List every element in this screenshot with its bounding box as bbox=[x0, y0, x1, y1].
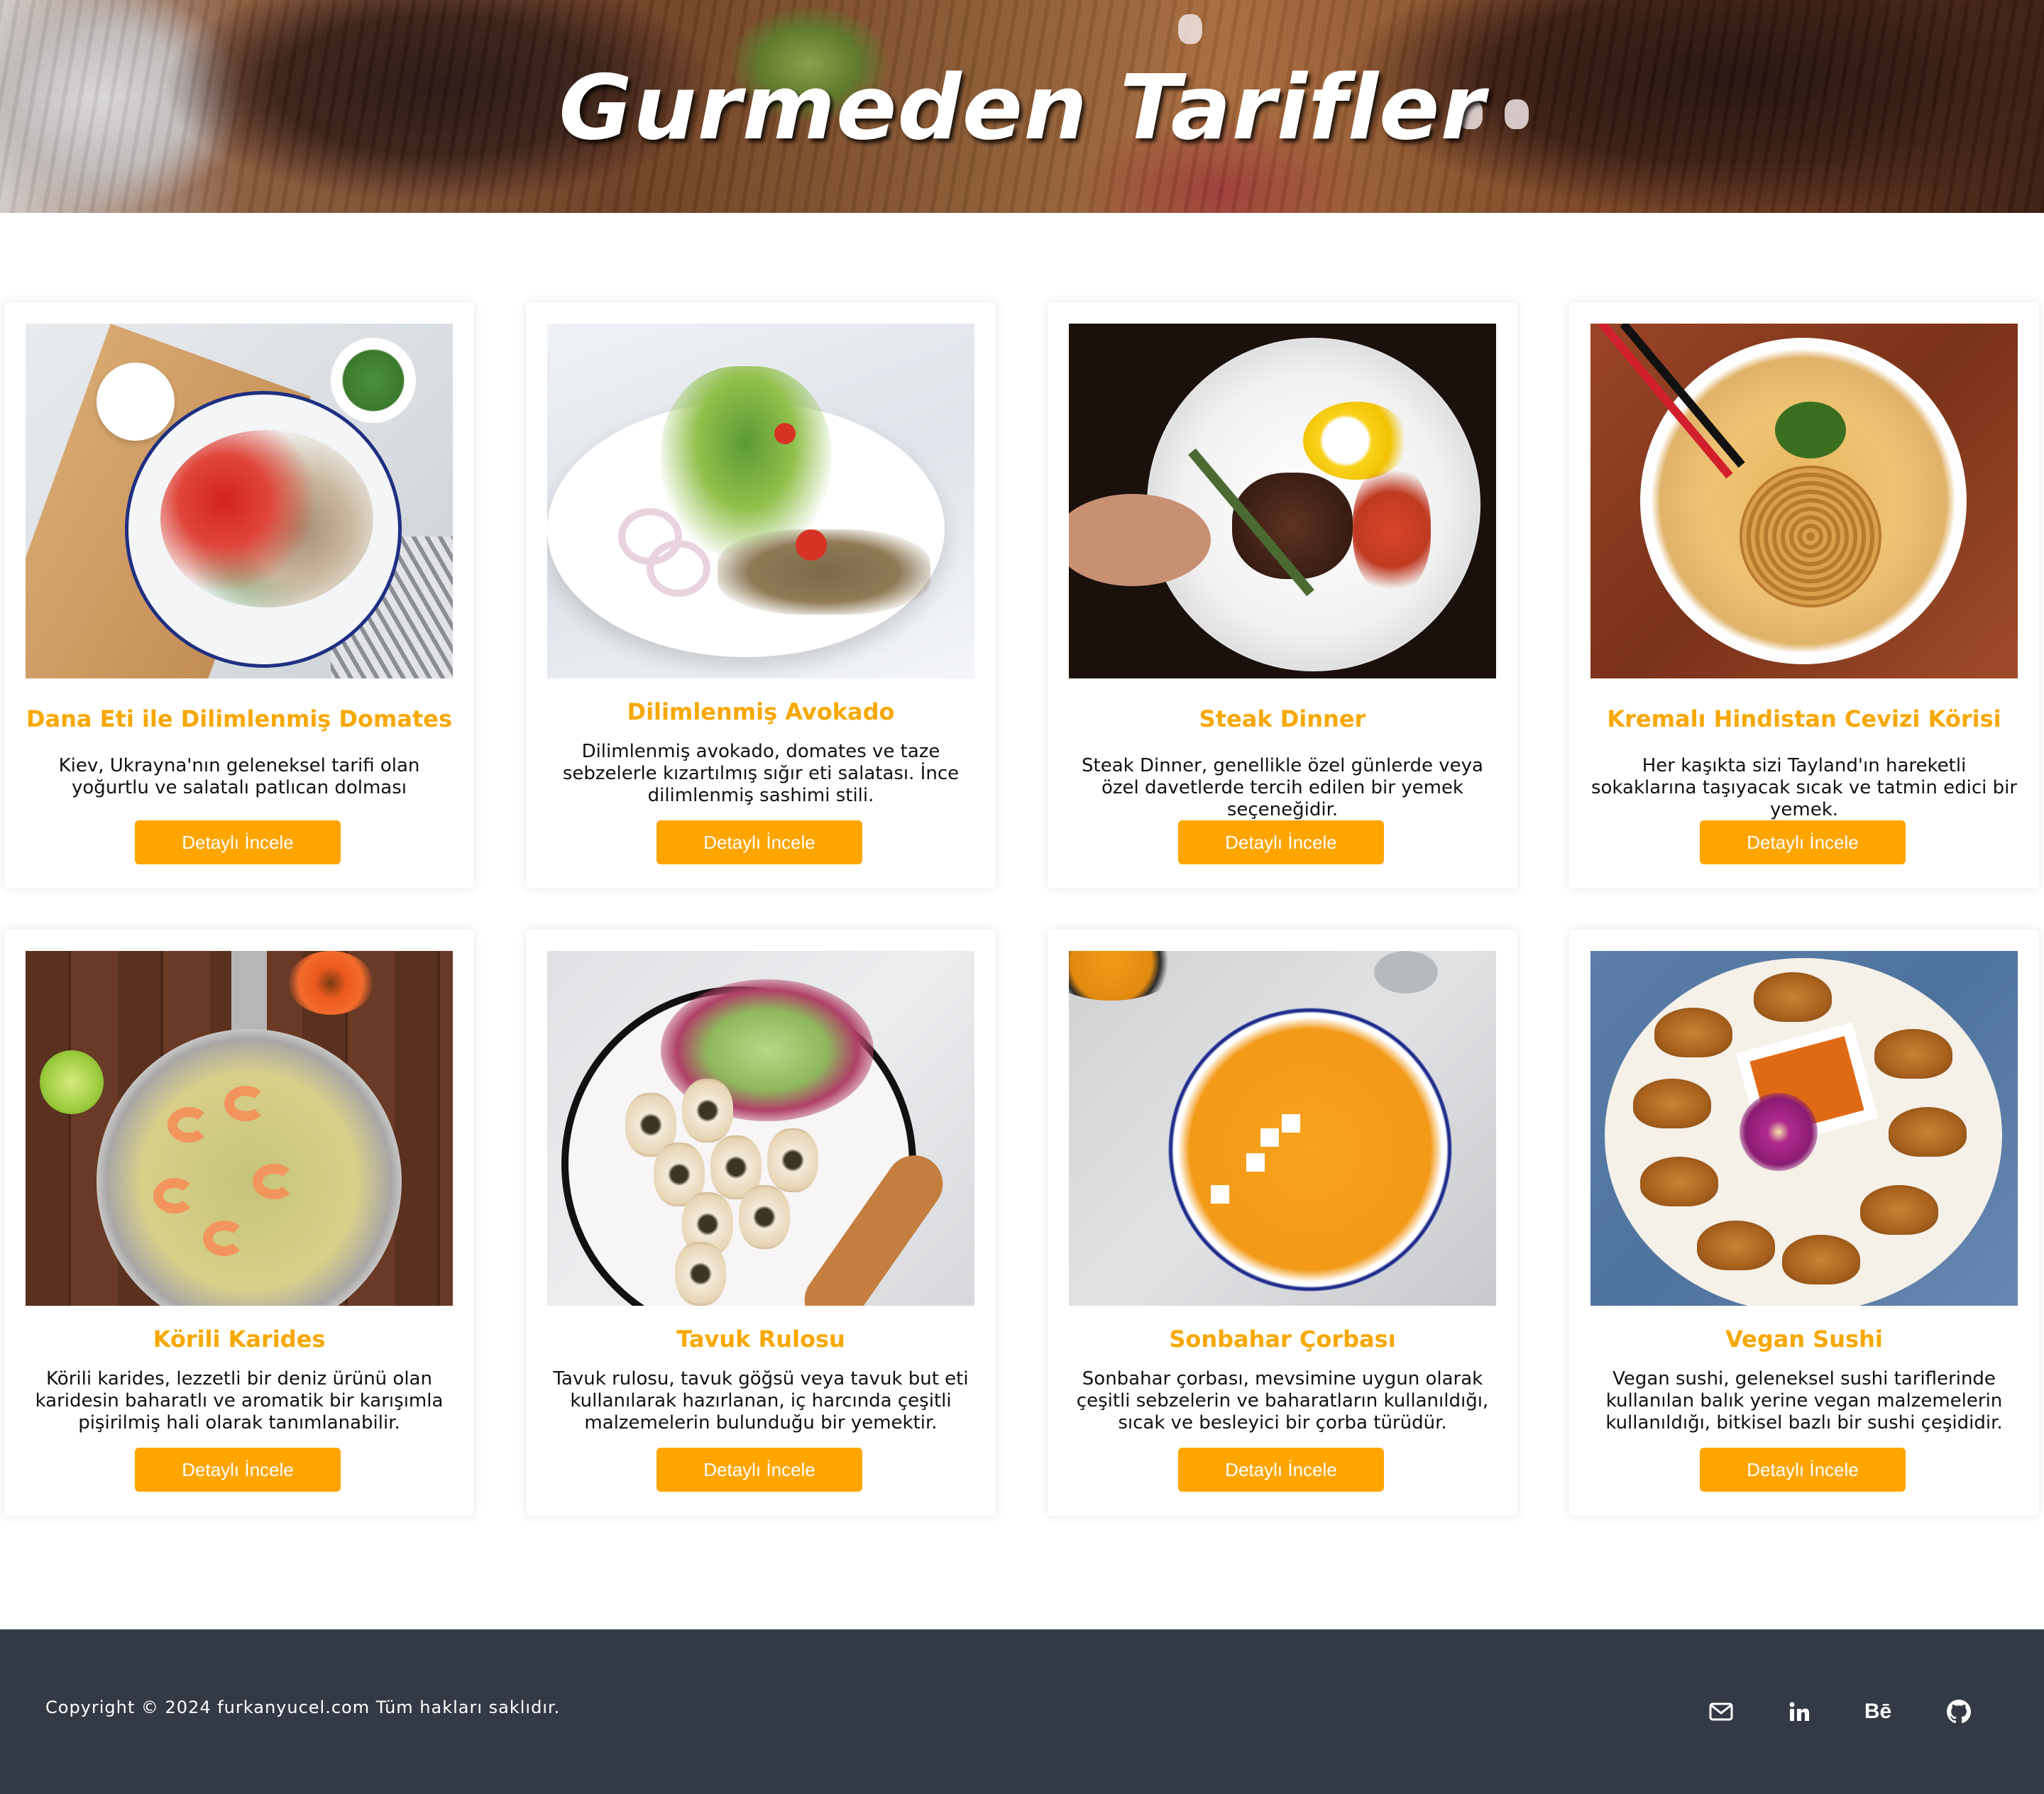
recipe-image[interactable] bbox=[547, 951, 974, 1306]
footer: Copyright © 2024 furkanyucel.com Tüm hak… bbox=[0, 1629, 2044, 1794]
mail-icon[interactable] bbox=[1700, 1690, 1742, 1733]
behance-icon[interactable]: Bē bbox=[1857, 1690, 1899, 1733]
recipe-image[interactable] bbox=[547, 324, 974, 678]
recipe-card: Dana Eti ile Dilimlenmiş Domates Kiev, U… bbox=[4, 302, 474, 888]
recipe-image[interactable] bbox=[1069, 951, 1496, 1306]
recipe-title: Vegan Sushi bbox=[1725, 1326, 1883, 1353]
github-icon[interactable] bbox=[1938, 1690, 1980, 1733]
details-button[interactable]: Detaylı İncele bbox=[656, 820, 862, 864]
recipe-image[interactable] bbox=[1590, 324, 2018, 678]
recipe-card: Tavuk Rulosu Tavuk rulosu, tavuk göğsü v… bbox=[526, 930, 996, 1516]
hero-image-salt bbox=[1178, 14, 1202, 44]
recipe-image[interactable] bbox=[1590, 951, 2018, 1306]
recipe-title: Körili Karides bbox=[153, 1326, 326, 1353]
recipe-card: Kremalı Hindistan Cevizi Körisi Her kaşı… bbox=[1569, 302, 2039, 888]
recipe-description: Her kaşıkta sizi Tayland'ın hareketli so… bbox=[1590, 755, 2018, 820]
recipe-description: Dilimlenmiş avokado, domates ve taze seb… bbox=[562, 741, 960, 806]
recipe-description: Körili karides, lezzetli bir deniz ürünü… bbox=[35, 1368, 444, 1433]
hero-banner: Gurmeden Tarifler bbox=[0, 0, 2044, 213]
recipe-title: Sonbahar Çorbası bbox=[1169, 1326, 1396, 1353]
recipe-image[interactable] bbox=[26, 324, 453, 678]
details-button[interactable]: Detaylı İncele bbox=[1700, 820, 1906, 864]
page-title: Gurmeden Tarifler bbox=[559, 55, 1485, 160]
details-button[interactable]: Detaylı İncele bbox=[656, 1448, 862, 1492]
recipe-card: Sonbahar Çorbası Sonbahar çorbası, mevsi… bbox=[1048, 930, 1517, 1516]
recipe-card: Vegan Sushi Vegan sushi, geleneksel sush… bbox=[1569, 930, 2039, 1516]
recipe-description: Steak Dinner, genellikle özel günlerde v… bbox=[1082, 755, 1483, 820]
recipe-description: Tavuk rulosu, tavuk göğsü veya tavuk but… bbox=[553, 1368, 969, 1433]
recipe-image[interactable] bbox=[1069, 324, 1496, 678]
recipe-card: Steak Dinner Steak Dinner, genellikle öz… bbox=[1048, 302, 1517, 888]
recipe-description: Sonbahar çorbası, mevsimine uygun olarak… bbox=[1076, 1368, 1489, 1433]
details-button[interactable]: Detaylı İncele bbox=[135, 820, 341, 864]
recipe-title: Steak Dinner bbox=[1199, 705, 1366, 732]
copyright-text: Copyright © 2024 furkanyucel.com Tüm hak… bbox=[45, 1697, 561, 1717]
recipe-title: Tavuk Rulosu bbox=[676, 1326, 845, 1353]
recipe-description: Vegan sushi, geleneksel sushi tariflerin… bbox=[1605, 1368, 2003, 1433]
details-button[interactable]: Detaylı İncele bbox=[1178, 820, 1384, 864]
details-button[interactable]: Detaylı İncele bbox=[1700, 1448, 1906, 1492]
recipe-title: Kremalı Hindistan Cevizi Körisi bbox=[1607, 705, 2001, 732]
details-button[interactable]: Detaylı İncele bbox=[135, 1448, 341, 1492]
details-button[interactable]: Detaylı İncele bbox=[1178, 1448, 1384, 1492]
recipe-title: Dana Eti ile Dilimlenmiş Domates bbox=[26, 705, 452, 732]
recipe-card: Dilimlenmiş Avokado Dilimlenmiş avokado,… bbox=[526, 302, 996, 888]
linkedin-icon[interactable] bbox=[1778, 1690, 1820, 1733]
recipe-description: Kiev, Ukrayna'nın geleneksel tarifi olan… bbox=[58, 755, 420, 798]
recipe-card: Körili Karides Körili karides, lezzetli … bbox=[4, 930, 474, 1516]
recipe-image[interactable] bbox=[26, 951, 453, 1306]
recipe-title: Dilimlenmiş Avokado bbox=[627, 698, 895, 725]
